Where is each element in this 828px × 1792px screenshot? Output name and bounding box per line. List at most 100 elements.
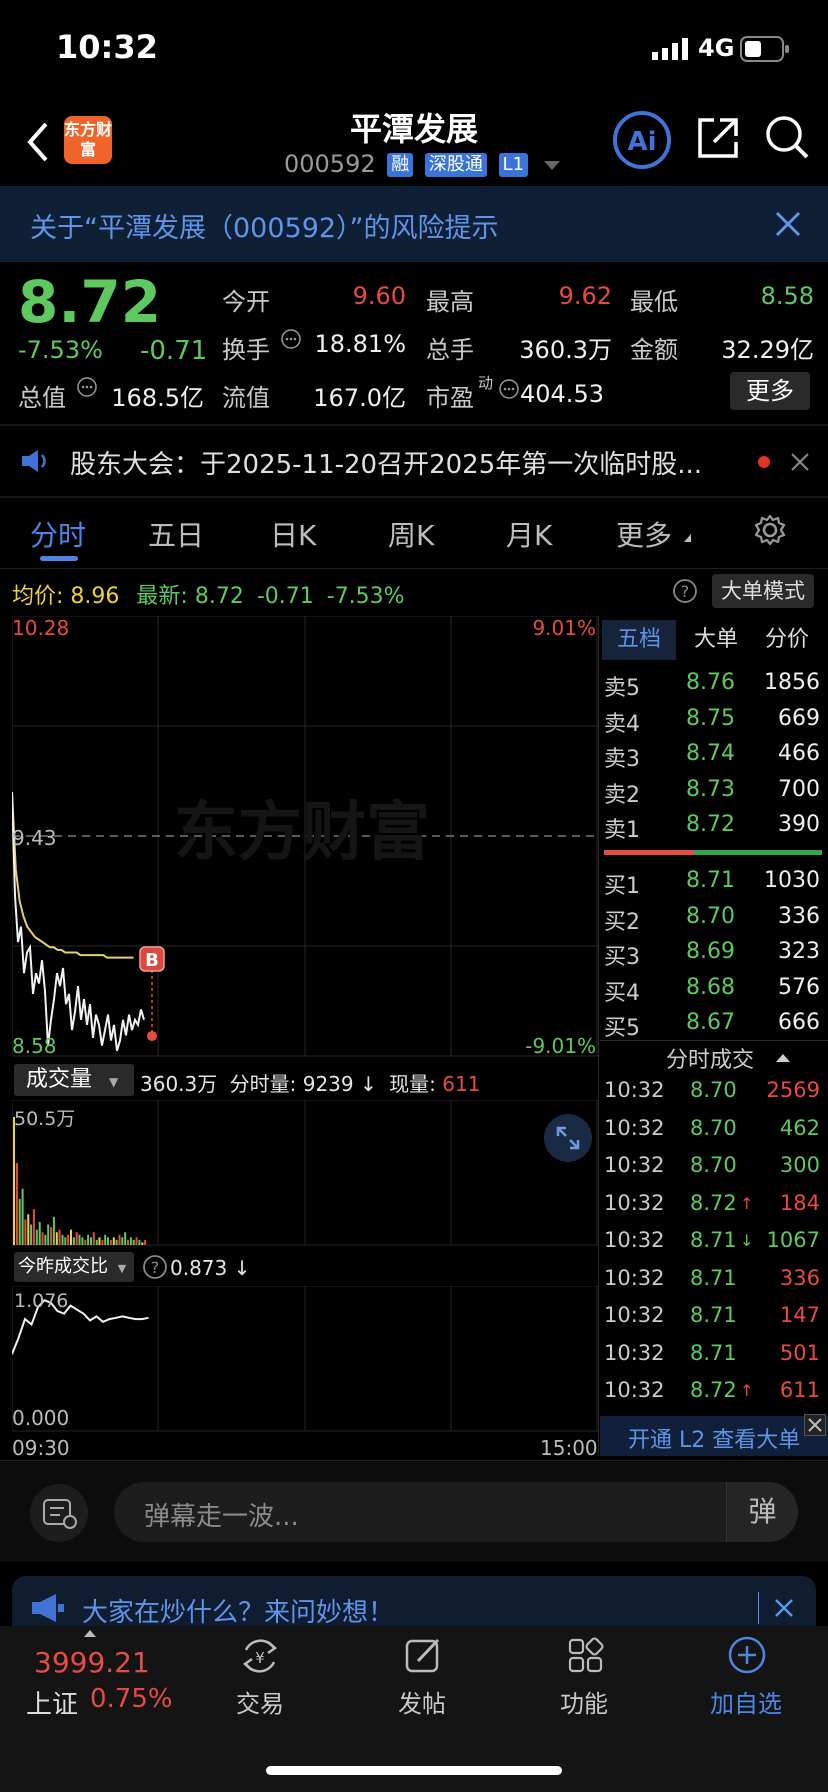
bid-row[interactable]: 买4 8.68 576 (600, 975, 824, 1009)
nav-add-watchlist[interactable]: 加自选 (686, 1684, 806, 1719)
expand-icon[interactable] (544, 1114, 592, 1162)
notice-text[interactable]: 股东大会：于2025-11-20召开2025年第一次临时股... (70, 444, 730, 481)
index-value[interactable]: 3999.21 (34, 1646, 150, 1679)
stock-code-row[interactable]: 000592 融 深股通 L1 (284, 150, 560, 180)
l2-promo[interactable]: 开通 L2 查看大单 (600, 1416, 828, 1456)
close-icon[interactable] (790, 452, 810, 472)
speaker-icon (20, 448, 50, 474)
tick-price: 8.70 (690, 1078, 737, 1102)
high-label: 最高 (426, 288, 474, 316)
tick-row[interactable]: 10:32 8.72 ↑ 611 (600, 1378, 824, 1414)
bid-row[interactable]: 买5 8.67 666 (600, 1010, 824, 1044)
info-icon[interactable] (76, 376, 98, 398)
ask-price: 8.75 (686, 705, 735, 731)
volume-selector[interactable]: 成交量 ▼ (14, 1064, 134, 1096)
volume-bar (124, 1232, 127, 1245)
big-order-mode-button[interactable]: 大单模式 (712, 574, 814, 608)
functions-icon[interactable] (566, 1636, 606, 1676)
price-chart[interactable]: 东方财富 B (12, 616, 598, 1058)
tab-five-levels[interactable]: 五档 (602, 620, 676, 660)
volume-bar (72, 1237, 75, 1245)
mktcap-value: 168.5亿 (111, 384, 204, 412)
tag-margin: 融 (387, 153, 414, 177)
search-icon[interactable] (764, 114, 810, 160)
tab-price-dist[interactable]: 分价 (752, 620, 822, 660)
tab-weekly-k[interactable]: 周K (388, 514, 434, 554)
ratio-chart[interactable] (12, 1286, 598, 1432)
volume-bar (61, 1234, 64, 1245)
risk-banner[interactable]: 关于“平潭发展（000592）”的风险提示 (0, 186, 828, 262)
tick-row[interactable]: 10:32 8.70 2569 (600, 1078, 824, 1114)
tab-five-day[interactable]: 五日 (148, 514, 204, 554)
volume-bar (47, 1224, 50, 1245)
tick-row[interactable]: 10:32 8.70 300 (600, 1153, 824, 1189)
dropdown-icon[interactable] (543, 160, 560, 170)
ask-row[interactable]: 卖4 8.75 669 (600, 706, 824, 740)
pct-top-label: 9.01% (532, 616, 596, 640)
tick-direction-icon: ↑ (740, 1381, 754, 1400)
tab-intraday[interactable]: 分时 (30, 514, 86, 554)
tick-row[interactable]: 10:32 8.71 ↓ 1067 (600, 1228, 824, 1264)
tab-big-orders[interactable]: 大单 (684, 620, 748, 660)
tab-daily-k[interactable]: 日K (270, 514, 316, 554)
tick-volume: 147 (779, 1303, 820, 1327)
ratio-grid (12, 1286, 598, 1432)
chevron-down-icon: ▼ (117, 1262, 127, 1275)
danmaku-send-button[interactable]: 弹 (726, 1482, 798, 1542)
tick-row[interactable]: 10:32 8.71 336 (600, 1266, 824, 1302)
buy-marker-label: B (145, 950, 159, 971)
tick-row[interactable]: 10:32 8.71 501 (600, 1341, 824, 1377)
ai-icon[interactable]: Ai (612, 110, 672, 170)
svg-text:Ai: Ai (627, 127, 656, 157)
change-percent: -7.53% (18, 336, 103, 364)
pct-bottom-label: -9.01% (525, 1034, 596, 1058)
nav-trade[interactable]: 交易 (200, 1684, 320, 1719)
network-label: 4G (698, 34, 735, 62)
ask-row[interactable]: 卖5 8.76 1856 (600, 670, 824, 704)
ticks-title[interactable]: 分时成交 (666, 1042, 754, 1074)
tab-more[interactable]: 更多 (616, 514, 672, 554)
danmaku-settings-icon[interactable] (30, 1484, 88, 1542)
bid-row[interactable]: 买2 8.70 336 (600, 904, 824, 938)
pe-value: 404.53 (520, 380, 604, 408)
trade-icon[interactable]: ¥ (238, 1636, 282, 1676)
tick-row[interactable]: 10:32 8.70 462 (600, 1116, 824, 1152)
tick-row[interactable]: 10:32 8.71 147 (600, 1303, 824, 1339)
tick-price: 8.70 (690, 1153, 737, 1177)
tick-row[interactable]: 10:32 8.72 ↑ 184 (600, 1191, 824, 1227)
tick-time: 10:32 (604, 1153, 665, 1177)
svg-text:?: ? (151, 1258, 160, 1277)
volume-bar (107, 1237, 109, 1245)
megaphone-icon (30, 1592, 68, 1624)
volume-bar (41, 1232, 44, 1245)
ask-row[interactable]: 卖3 8.74 466 (600, 741, 824, 775)
bid-row[interactable]: 买1 8.71 1030 (600, 868, 824, 902)
info-icon[interactable] (280, 328, 302, 350)
nav-post[interactable]: 发帖 (362, 1684, 482, 1719)
tab-monthly-k[interactable]: 月K (506, 514, 552, 554)
info-icon[interactable] (498, 378, 520, 400)
volume-bar (90, 1237, 92, 1245)
ask-row[interactable]: 卖2 8.73 700 (600, 777, 824, 811)
bid-row[interactable]: 买3 8.69 323 (600, 939, 824, 973)
help-icon[interactable]: ? (672, 578, 698, 604)
tick-price: 8.72 (690, 1190, 737, 1215)
comment-input[interactable]: 弹幕走一波... 弹 (114, 1482, 798, 1542)
more-button[interactable]: 更多 (730, 372, 810, 410)
post-icon[interactable] (404, 1636, 444, 1676)
triangle-up-icon (84, 1630, 96, 1637)
ratio-selector[interactable]: 今昨成交比 ▼ (14, 1252, 134, 1282)
volume-bar (75, 1232, 78, 1245)
close-icon[interactable] (804, 1414, 826, 1436)
share-icon[interactable] (696, 116, 740, 160)
help-icon[interactable]: ? (142, 1254, 168, 1280)
volume-grid (12, 1100, 598, 1246)
ask-row[interactable]: 卖1 8.72 390 (600, 812, 824, 846)
nav-functions[interactable]: 功能 (524, 1684, 644, 1719)
volume-chart[interactable] (12, 1100, 598, 1246)
settings-icon[interactable] (754, 514, 786, 546)
close-icon[interactable] (774, 210, 802, 238)
close-icon[interactable] (774, 1598, 794, 1618)
volume-bar (27, 1214, 30, 1245)
add-watchlist-icon[interactable] (726, 1634, 768, 1676)
